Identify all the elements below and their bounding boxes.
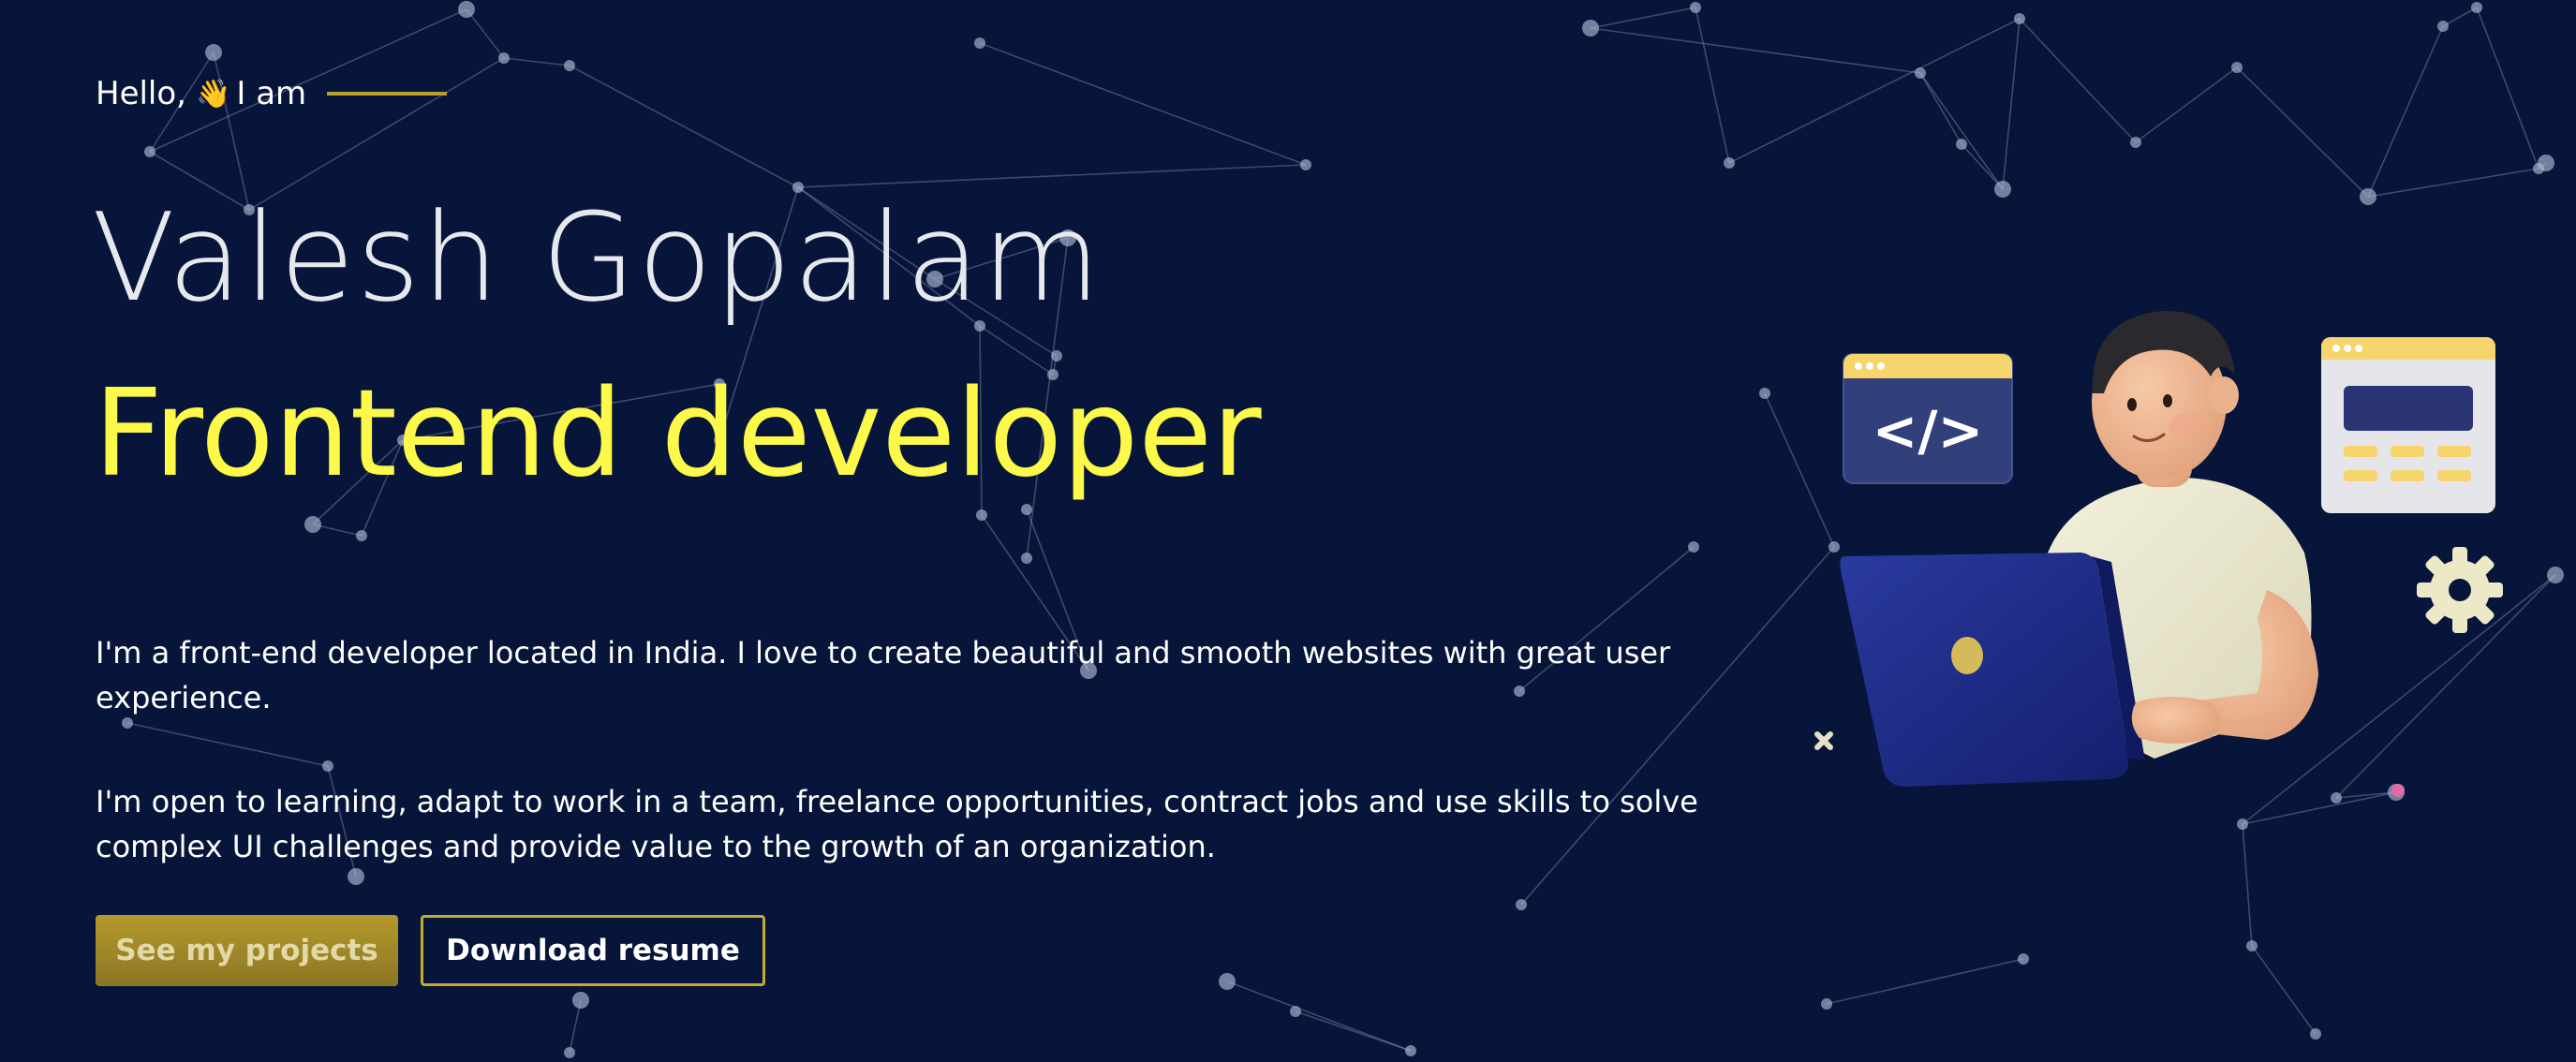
hand [2131,697,2220,744]
hero-section: Hello, 👋 I am Valesh Gopalam Frontend de… [92,0,1782,1062]
intro-paragraph: I'm a front-end developer located in Ind… [96,635,1671,715]
network-node [1994,181,2011,198]
network-node [2231,62,2243,73]
network-line [1919,72,2004,190]
greeting-prefix: Hello, [96,75,186,112]
gear-icon [2417,547,2503,633]
developer-name: Valesh Gopalam [92,186,1103,329]
download-resume-button[interactable]: Download resume [421,915,765,986]
greeting: Hello, 👋 I am [96,75,448,112]
network-node [2437,21,2449,32]
network-line [2367,168,2539,198]
goals-paragraph: I'm open to learning, adapt to work in a… [96,784,1698,864]
network-node [2471,2,2482,13]
developer-illustration: </> [1814,310,2503,797]
see-projects-button[interactable]: See my projects [96,915,398,986]
code-symbol: </> [1873,399,1983,463]
network-line [2476,7,2539,170]
layout-window-icon [2321,337,2495,513]
network-node [1915,67,1926,79]
laptop-icon [1840,553,2145,787]
network-line [1919,72,1962,145]
hero-buttons: See my projects Download resume [96,915,765,986]
network-node [2130,137,2141,148]
network-node [2547,567,2564,583]
greeting-underline [327,92,448,96]
network-line [2019,18,2137,143]
network-node [2538,155,2554,171]
network-node [2014,13,2025,24]
code-window-icon: </> [1843,353,2013,484]
network-line [1826,958,2024,1005]
developer-role: Frontend developer [94,364,1262,504]
greeting-suffix: I am [236,75,307,112]
network-line [2135,66,2238,143]
network-node [2018,953,2029,965]
sparkle-dot [2391,784,2405,797]
network-line [2002,18,2021,190]
sparkle-cross-icon [1814,731,1833,750]
network-line [2236,66,2369,198]
network-node [2246,940,2258,951]
network-line [2442,7,2478,27]
network-node [1821,998,1832,1010]
network-node [2310,1028,2321,1040]
network-line [2367,25,2444,198]
network-line [1961,143,2004,190]
network-line [2251,945,2317,1035]
waving-hand-icon: 👋 [196,77,231,111]
network-node [1956,139,1967,150]
network-line [2242,823,2253,947]
network-node [2360,188,2376,205]
